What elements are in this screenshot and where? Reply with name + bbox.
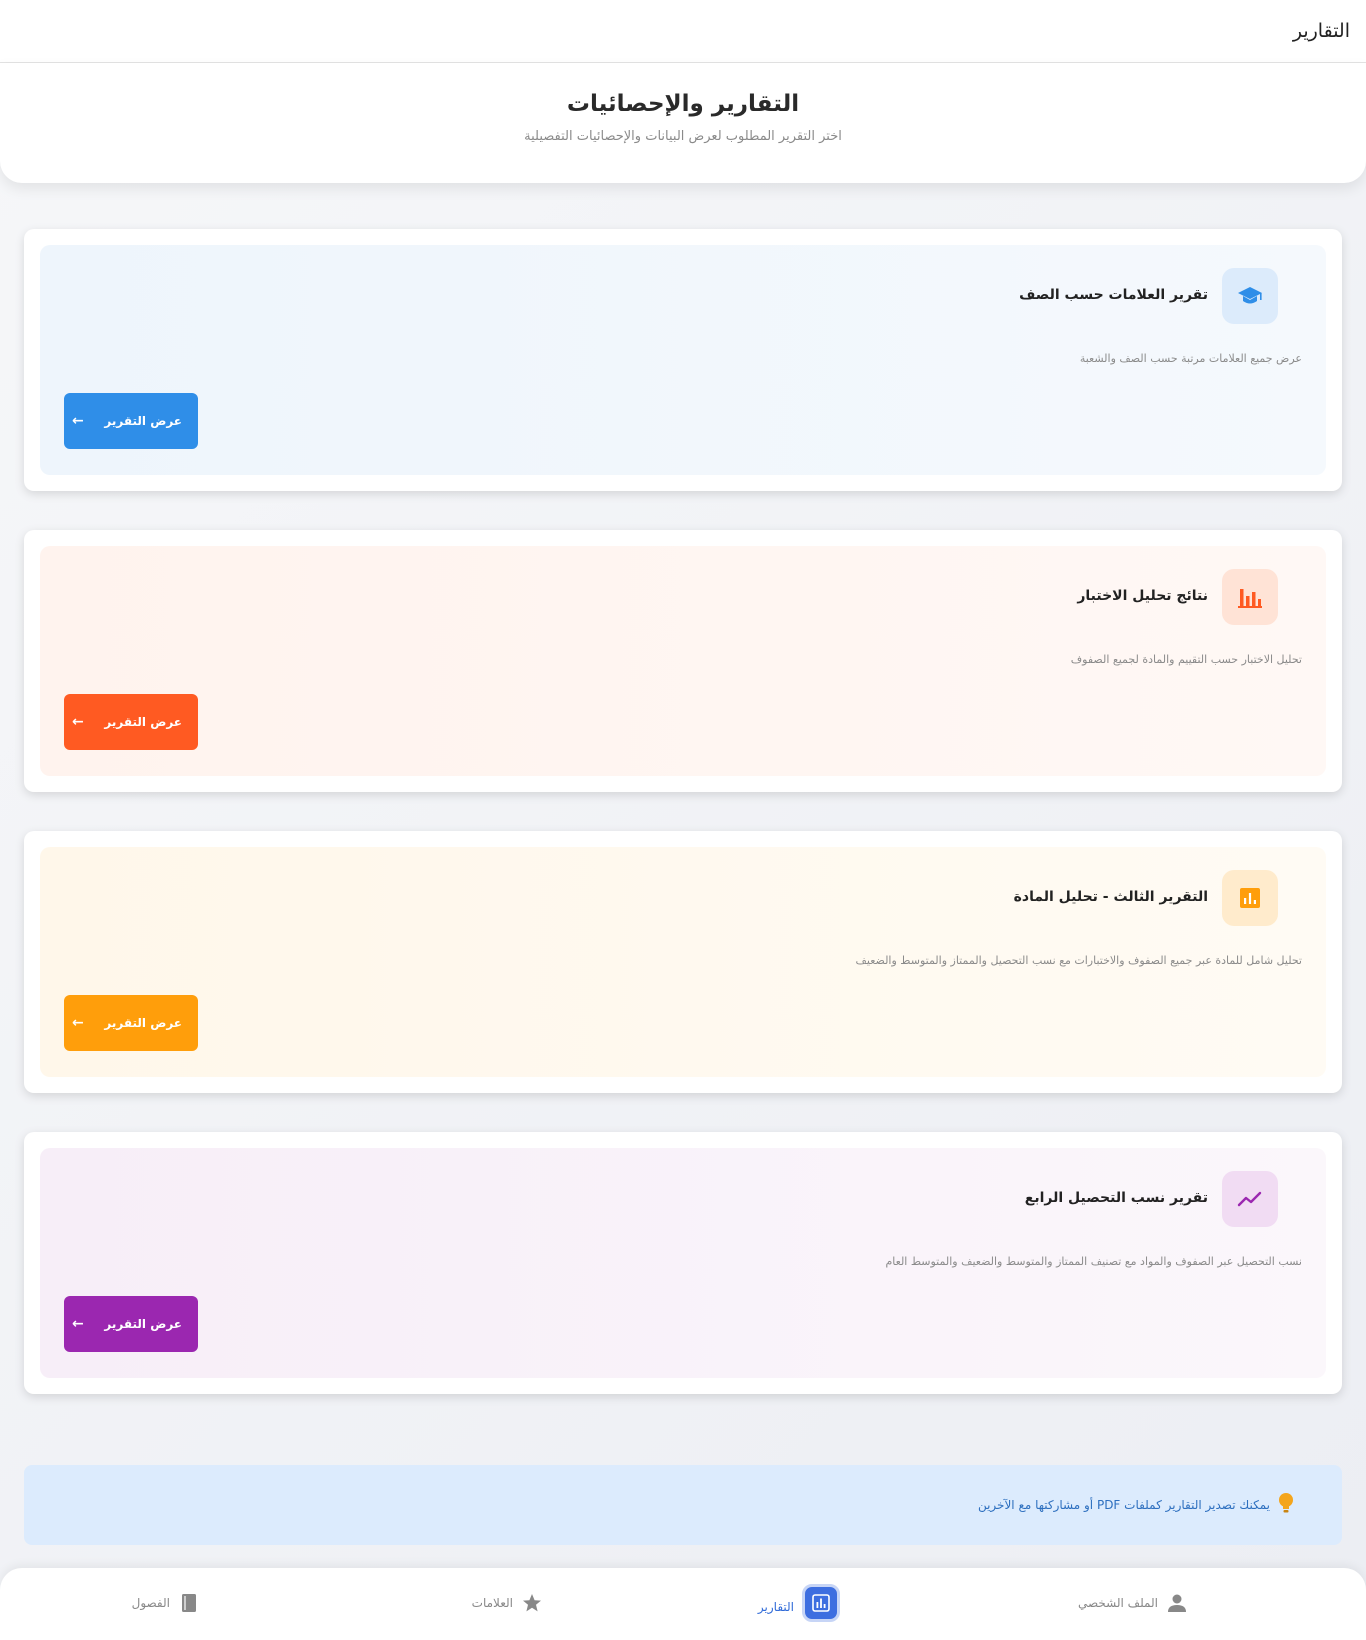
app-bar-title: التقارير — [1292, 20, 1350, 42]
app-bar: التقارير — [0, 0, 1366, 63]
report-card-body: نتائج تحليل الاختبار تحليل الاختبار حسب … — [40, 546, 1326, 776]
analytics-icon — [1222, 870, 1278, 926]
report-description: تحليل شامل للمادة عبر جميع الصفوف والاخت… — [855, 954, 1302, 967]
graduation-cap-icon — [1222, 268, 1278, 324]
person-icon — [1166, 1592, 1188, 1614]
info-tip: يمكنك تصدير التقارير كملفات PDF أو مشارك… — [24, 1465, 1342, 1545]
trending-up-icon — [1222, 1171, 1278, 1227]
nav-item-profile[interactable]: الملف الشخصي — [1078, 1592, 1188, 1614]
view-report-button-label: عرض التقرير — [104, 1016, 182, 1030]
report-title: تقرير العلامات حسب الصف — [1019, 287, 1208, 303]
nav-item-label: الفصول — [131, 1596, 170, 1610]
view-report-button-label: عرض التقرير — [104, 414, 182, 428]
report-description: تحليل الاختبار حسب التقييم والمادة لجميع… — [1070, 653, 1302, 666]
arrow-left-icon: ← — [72, 413, 84, 429]
page-title: التقارير والإحصائيات — [566, 91, 800, 117]
star-icon — [521, 1592, 543, 1614]
view-report-button[interactable]: عرض التقرير ← — [64, 393, 198, 449]
report-card-subject-analysis: التقرير الثالث - تحليل المادة تحليل شامل… — [24, 831, 1342, 1093]
nav-item-grades[interactable]: العلامات — [472, 1592, 543, 1614]
view-report-button[interactable]: عرض التقرير ← — [64, 694, 198, 750]
report-card-body: تقرير العلامات حسب الصف عرض جميع العلاما… — [40, 245, 1326, 475]
bottom-navigation: الملف الشخصي التقارير العلامات الفصول — [0, 1568, 1366, 1640]
report-description: نسب التحصيل عبر الصفوف والمواد مع تصنيف … — [885, 1255, 1302, 1268]
report-card-grades-by-class: تقرير العلامات حسب الصف عرض جميع العلاما… — [24, 229, 1342, 491]
book-icon — [178, 1592, 200, 1614]
nav-item-label: العلامات — [471, 1596, 513, 1610]
analytics-icon — [802, 1584, 840, 1622]
page-header: التقارير والإحصائيات اختر التقرير المطلو… — [0, 63, 1366, 183]
view-report-button[interactable]: عرض التقرير ← — [64, 995, 198, 1051]
report-title: التقرير الثالث - تحليل المادة — [1013, 889, 1208, 905]
report-card-body: تقرير نسب التحصيل الرابع نسب التحصيل عبر… — [40, 1148, 1326, 1378]
report-title: نتائج تحليل الاختبار — [1077, 588, 1208, 604]
nav-item-classes[interactable]: الفصول — [132, 1592, 200, 1614]
report-title: تقرير نسب التحصيل الرابع — [1024, 1190, 1208, 1206]
view-report-button[interactable]: عرض التقرير ← — [64, 1296, 198, 1352]
arrow-left-icon: ← — [72, 1015, 84, 1031]
lightbulb-icon — [1278, 1492, 1294, 1519]
report-card-test-analysis: نتائج تحليل الاختبار تحليل الاختبار حسب … — [24, 530, 1342, 792]
report-card-body: التقرير الثالث - تحليل المادة تحليل شامل… — [40, 847, 1326, 1077]
tip-text: يمكنك تصدير التقارير كملفات PDF أو مشارك… — [977, 1498, 1270, 1512]
nav-item-reports[interactable]: التقارير — [757, 1584, 840, 1622]
view-report-button-label: عرض التقرير — [104, 1317, 182, 1331]
bar-chart-icon — [1222, 569, 1278, 625]
nav-item-label: الملف الشخصي — [1078, 1596, 1158, 1610]
nav-item-label: التقارير — [757, 1600, 794, 1614]
view-report-button-label: عرض التقرير — [104, 715, 182, 729]
report-description: عرض جميع العلامات مرتبة حسب الصف والشعبة — [1079, 352, 1302, 365]
arrow-left-icon: ← — [72, 1316, 84, 1332]
page-subtitle: اختر التقرير المطلوب لعرض البيانات والإح… — [524, 129, 842, 144]
arrow-left-icon: ← — [72, 714, 84, 730]
report-card-achievement-rates: تقرير نسب التحصيل الرابع نسب التحصيل عبر… — [24, 1132, 1342, 1394]
